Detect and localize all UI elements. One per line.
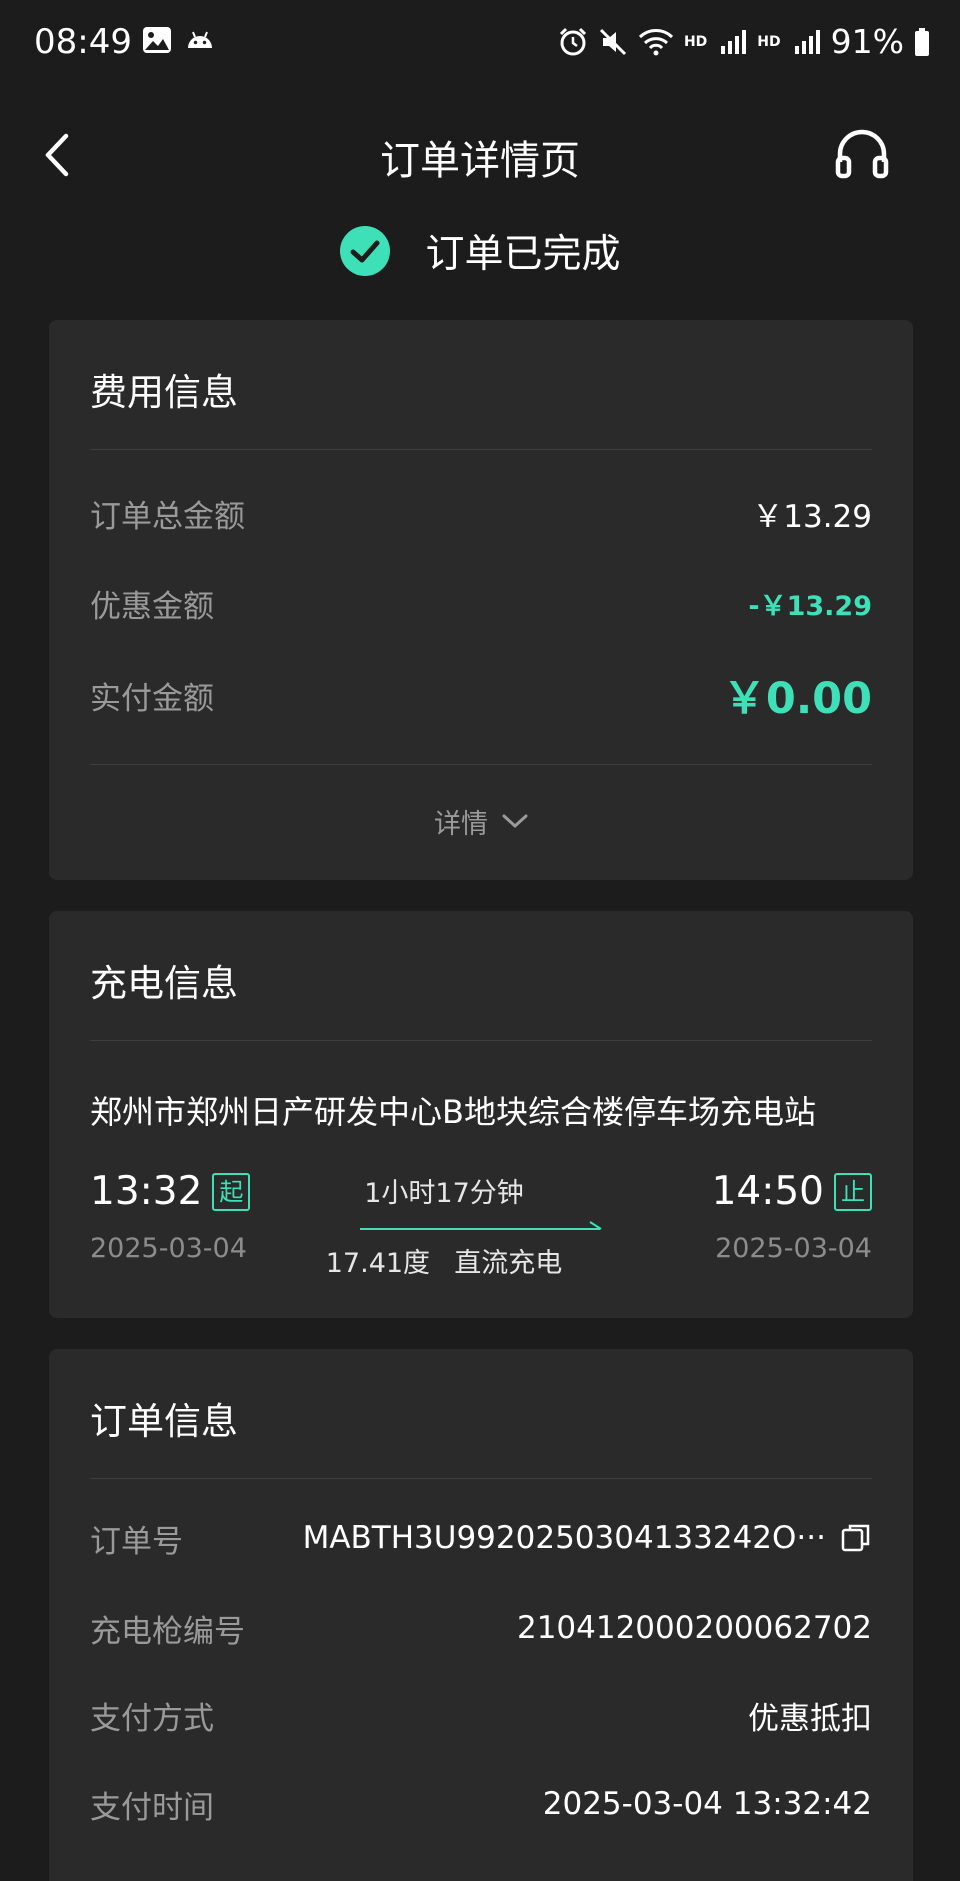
- pay-method-value: 优惠抵扣: [748, 1700, 872, 1737]
- alarm-icon: [559, 27, 587, 55]
- page-title: 订单详情页: [380, 138, 580, 184]
- details-toggle-button[interactable]: 详情: [49, 798, 913, 844]
- battery-percent: 91%: [830, 22, 904, 61]
- order-status-text: 订单已完成: [425, 232, 621, 277]
- station-name: 郑州市郑州日产研发中心B地块综合楼停车场充电站: [90, 1093, 816, 1131]
- signal-icon: [721, 29, 747, 54]
- start-time-block: 13:32 起: [90, 1169, 251, 1214]
- discount-label: 优惠金额: [90, 588, 214, 625]
- divider: [90, 1478, 872, 1479]
- divider: [90, 449, 872, 450]
- gun-number-row: 充电枪编号 210412000200062702: [90, 1603, 872, 1653]
- details-label: 详情: [434, 808, 488, 840]
- discount-value: -￥13.29: [748, 590, 872, 622]
- signal-icon: [794, 29, 820, 54]
- wifi-icon: [638, 28, 673, 55]
- order-status: 订单已完成: [0, 218, 960, 284]
- paid-label: 实付金额: [90, 680, 214, 717]
- pay-time-label: 支付时间: [90, 1789, 214, 1826]
- charge-info-title: 充电信息: [90, 962, 238, 1005]
- status-bar: 08:49 HD HD 91%: [0, 0, 960, 88]
- divider: [90, 1040, 872, 1041]
- headset-icon[interactable]: [832, 124, 892, 184]
- copy-icon[interactable]: [840, 1522, 872, 1554]
- gun-number-value: 210412000200062702: [516, 1610, 872, 1646]
- paid-row: 实付金额 ￥0.00: [90, 665, 872, 725]
- nav-bar: 订单详情页: [0, 110, 960, 200]
- end-time: 14:50: [711, 1169, 824, 1214]
- android-icon: [188, 31, 212, 48]
- discount-row: 优惠金额 -￥13.29: [90, 578, 872, 628]
- check-circle-icon: [340, 226, 391, 276]
- charge-type: 直流充电: [454, 1248, 563, 1279]
- order-number-row: 订单号 MABTH3U9920250304133242O···: [90, 1513, 872, 1563]
- status-time: 08:49: [34, 22, 132, 62]
- battery-icon: [915, 27, 929, 56]
- mute-icon: [599, 28, 627, 55]
- order-info-title: 订单信息: [90, 1400, 238, 1443]
- order-number-value: MABTH3U9920250304133242O···: [302, 1520, 826, 1556]
- end-date: 2025-03-04: [715, 1233, 872, 1264]
- charge-duration: 1小时17分钟: [364, 1178, 524, 1209]
- pay-method-row: 支付方式 优惠抵扣: [90, 1690, 872, 1740]
- duration-arrow: [360, 1221, 602, 1230]
- pay-time-value: 2025-03-04 13:32:42: [542, 1786, 872, 1822]
- gun-number-label: 充电枪编号: [90, 1613, 245, 1650]
- start-date: 2025-03-04: [90, 1233, 247, 1264]
- order-total-row: 订单总金额 ￥13.29: [90, 488, 872, 538]
- order-number-label: 订单号: [90, 1523, 183, 1560]
- start-tag: 起: [212, 1172, 251, 1211]
- charge-energy-line: 17.41度 直流充电: [294, 1241, 594, 1280]
- charge-energy: 17.41度: [325, 1248, 431, 1279]
- divider: [90, 764, 872, 765]
- start-time: 13:32: [90, 1169, 203, 1214]
- image-icon: [143, 27, 171, 53]
- pay-time-row: 支付时间 2025-03-04 13:32:42: [90, 1779, 872, 1829]
- order-total-label: 订单总金额: [90, 498, 245, 535]
- pay-method-label: 支付方式: [90, 1700, 214, 1737]
- charge-info-card: 充电信息 郑州市郑州日产研发中心B地块综合楼停车场充电站 13:32 起 202…: [49, 911, 913, 1318]
- order-total-value: ￥13.29: [752, 498, 872, 535]
- chevron-down-icon: [502, 814, 528, 828]
- fee-info-title: 费用信息: [90, 371, 238, 414]
- end-time-block: 14:50 止: [712, 1169, 872, 1214]
- order-info-card: 订单信息 订单号 MABTH3U9920250304133242O··· 充电枪…: [49, 1349, 913, 1881]
- fee-info-card: 费用信息 订单总金额 ￥13.29 优惠金额 -￥13.29 实付金额 ￥0.0…: [49, 320, 913, 880]
- paid-value: ￥0.00: [722, 674, 872, 724]
- end-tag: 止: [834, 1172, 872, 1211]
